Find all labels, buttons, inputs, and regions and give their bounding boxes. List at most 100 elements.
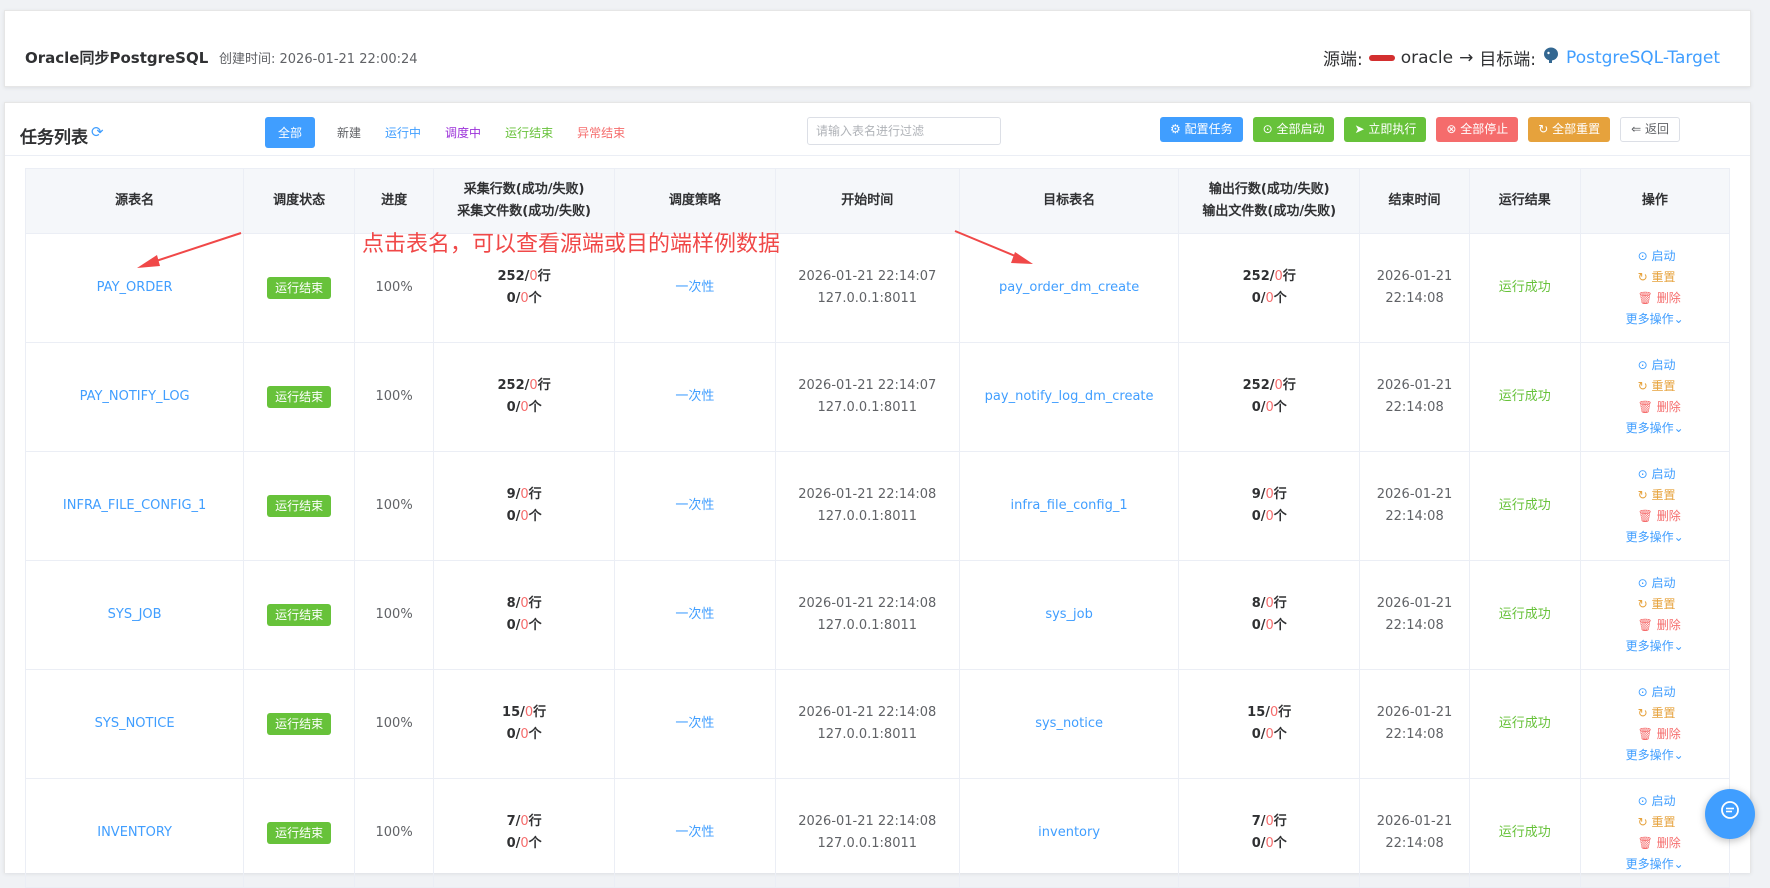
filter-tab-3[interactable]: 调度中 bbox=[445, 124, 481, 141]
filter-tab-1[interactable]: 新建 bbox=[337, 124, 361, 141]
play-circle-icon: ⊙ bbox=[1637, 685, 1652, 699]
delete-op-button[interactable]: 🗑 删除 bbox=[1626, 288, 1728, 309]
start-op-button[interactable]: ⊙ 启动 bbox=[1626, 246, 1728, 267]
annotation-text: 点击表名，可以查看源端或目的端样例数据 bbox=[362, 232, 781, 257]
action-button-2[interactable]: ➤ 立即执行 bbox=[1344, 117, 1427, 142]
task-table: 源表名 调度状态 进度 采集行数(成功/失败) 采集文件数(成功/失败) 调度策略… bbox=[24, 168, 1731, 888]
col-strategy: 调度策略 bbox=[614, 168, 776, 234]
status-badge: 运行结束 bbox=[267, 494, 332, 517]
more-ops-dropdown[interactable]: 更多操作⌄ bbox=[1626, 527, 1728, 548]
trash-icon: 🗑 bbox=[1637, 291, 1657, 305]
strategy-link[interactable]: 一次性 bbox=[675, 716, 714, 731]
target-table-link[interactable]: pay_notify_log_dm_create bbox=[985, 389, 1154, 404]
reset-op-button[interactable]: ↻ 重置 bbox=[1626, 594, 1728, 615]
table-row: INVENTORY 运行结束 100% 7/0行 0/0个 一次性 2026-01-21 2… bbox=[24, 778, 1731, 888]
action-buttons: ⚙ 配置任务 ⊙ 全部启动 ➤ 立即执行 ⊗ 全部停止 ↻ 全部重置 ⇐ 返回 bbox=[1160, 117, 1690, 142]
strategy-cell: 一次性 bbox=[614, 669, 776, 779]
filter-tab-4[interactable]: 运行结束 bbox=[505, 124, 553, 141]
col-progress: 进度 bbox=[354, 168, 435, 234]
refresh-icon: ↻ bbox=[1637, 270, 1652, 284]
oracle-logo-icon bbox=[1368, 54, 1395, 61]
more-ops-dropdown[interactable]: 更多操作⌄ bbox=[1626, 854, 1728, 875]
chevron-down-icon: ⌄ bbox=[1673, 421, 1684, 435]
reset-op-button[interactable]: ↻ 重置 bbox=[1626, 376, 1728, 397]
reset-op-button[interactable]: ↻ 重置 bbox=[1626, 267, 1728, 288]
back-button[interactable]: ⇐ 返回 bbox=[1620, 117, 1680, 142]
more-ops-dropdown[interactable]: 更多操作⌄ bbox=[1626, 636, 1728, 657]
result-cell: 运行成功 bbox=[1468, 778, 1581, 888]
table-name-filter-input[interactable] bbox=[807, 117, 1001, 145]
target-label: 目标端: bbox=[1479, 50, 1537, 70]
target-table-link[interactable]: sys_job bbox=[1045, 607, 1093, 622]
more-ops-dropdown[interactable]: 更多操作⌄ bbox=[1626, 745, 1728, 766]
reset-op-button[interactable]: ↻ 重置 bbox=[1626, 703, 1728, 724]
source-table-cell: SYS_NOTICE bbox=[24, 669, 245, 779]
strategy-link[interactable]: 一次性 bbox=[675, 280, 714, 295]
source-table-link[interactable]: PAY_ORDER bbox=[97, 280, 173, 295]
play-circle-icon: ⊙ bbox=[1637, 576, 1652, 590]
refresh-icon[interactable]: ⟳ bbox=[91, 123, 104, 141]
action-button-0[interactable]: ⚙ 配置任务 bbox=[1160, 117, 1243, 142]
trash-icon: 🗑 bbox=[1637, 618, 1657, 632]
trash-icon: 🗑 bbox=[1637, 727, 1657, 741]
strategy-link[interactable]: 一次性 bbox=[675, 389, 714, 404]
delete-op-button[interactable]: 🗑 删除 bbox=[1626, 397, 1728, 418]
filter-tab-2[interactable]: 运行中 bbox=[385, 124, 421, 141]
strategy-link[interactable]: 一次性 bbox=[675, 607, 714, 622]
more-ops-dropdown[interactable]: 更多操作⌄ bbox=[1626, 309, 1728, 330]
result-text: 运行成功 bbox=[1498, 389, 1551, 404]
table-header-row: 源表名 调度状态 进度 采集行数(成功/失败) 采集文件数(成功/失败) 调度策略… bbox=[24, 168, 1731, 234]
operations-cell: ⊙ 启动 ↻ 重置 🗑 删除 更多操作⌄ bbox=[1579, 560, 1731, 670]
source-table-link[interactable]: SYS_JOB bbox=[108, 607, 162, 622]
result-text: 运行成功 bbox=[1498, 825, 1551, 840]
operations-cell: ⊙ 启动 ↻ 重置 🗑 删除 更多操作⌄ bbox=[1579, 669, 1731, 779]
start-op-button[interactable]: ⊙ 启动 bbox=[1626, 573, 1728, 594]
target-table-link[interactable]: inventory bbox=[1038, 825, 1100, 840]
filter-tab-0[interactable]: 全部 bbox=[265, 117, 316, 148]
action-button-4[interactable]: ↻ 全部重置 bbox=[1528, 117, 1611, 142]
target-table-link[interactable]: sys_notice bbox=[1035, 716, 1103, 731]
chevron-down-icon: ⌄ bbox=[1673, 312, 1684, 326]
collect-count-cell: 8/0行 0/0个 bbox=[433, 560, 616, 670]
source-label: 源端: bbox=[1322, 50, 1363, 70]
chevron-down-icon: ⌄ bbox=[1673, 530, 1684, 544]
delete-op-button[interactable]: 🗑 删除 bbox=[1626, 833, 1728, 854]
start-time-cell: 2026-01-21 22:14:08 127.0.0.1:8011 bbox=[774, 778, 960, 888]
start-op-button[interactable]: ⊙ 启动 bbox=[1626, 355, 1728, 376]
trash-icon: 🗑 bbox=[1637, 836, 1657, 850]
source-table-link[interactable]: INFRA_FILE_CONFIG_1 bbox=[63, 498, 206, 513]
collect-count-cell: 9/0行 0/0个 bbox=[433, 451, 616, 561]
target-table-link[interactable]: pay_order_dm_create bbox=[999, 280, 1139, 295]
target-table-cell: sys_notice bbox=[958, 669, 1180, 779]
action-button-1[interactable]: ⊙ 全部启动 bbox=[1252, 117, 1335, 142]
collect-count-cell: 252/0行 0/0个 bbox=[433, 342, 616, 452]
target-table-link[interactable]: infra_file_config_1 bbox=[1011, 498, 1128, 513]
result-cell: 运行成功 bbox=[1468, 233, 1581, 343]
target-table-cell: infra_file_config_1 bbox=[958, 451, 1180, 561]
source-table-link[interactable]: PAY_NOTIFY_LOG bbox=[80, 389, 190, 404]
strategy-link[interactable]: 一次性 bbox=[675, 825, 714, 840]
chat-support-button[interactable] bbox=[1705, 789, 1755, 839]
delete-op-button[interactable]: 🗑 删除 bbox=[1626, 615, 1728, 636]
action-button-3[interactable]: ⊗ 全部停止 bbox=[1436, 117, 1519, 142]
start-time-cell: 2026-01-21 22:14:07 127.0.0.1:8011 bbox=[774, 342, 960, 452]
source-table-link[interactable]: SYS_NOTICE bbox=[95, 716, 175, 731]
result-cell: 运行成功 bbox=[1468, 560, 1581, 670]
start-op-button[interactable]: ⊙ 启动 bbox=[1626, 464, 1728, 485]
delete-op-button[interactable]: 🗑 删除 bbox=[1626, 724, 1728, 745]
reset-op-button[interactable]: ↻ 重置 bbox=[1626, 485, 1728, 506]
table-row: PAY_NOTIFY_LOG 运行结束 100% 252/0行 0/0个 一次性 2026-… bbox=[24, 342, 1731, 452]
start-op-button[interactable]: ⊙ 启动 bbox=[1626, 682, 1728, 703]
end-time-cell: 2026-01-21 22:14:08 bbox=[1359, 233, 1470, 343]
more-ops-dropdown[interactable]: 更多操作⌄ bbox=[1626, 418, 1728, 439]
operations-cell: ⊙ 启动 ↻ 重置 🗑 删除 更多操作⌄ bbox=[1579, 451, 1731, 561]
status-cell: 运行结束 bbox=[243, 778, 356, 888]
target-table-cell: inventory bbox=[958, 778, 1180, 888]
delete-op-button[interactable]: 🗑 删除 bbox=[1626, 506, 1728, 527]
result-text: 运行成功 bbox=[1498, 607, 1551, 622]
strategy-link[interactable]: 一次性 bbox=[675, 498, 714, 513]
target-name-link[interactable]: PostgreSQL-Target bbox=[1566, 48, 1720, 68]
source-table-cell: SYS_JOB bbox=[24, 560, 245, 670]
source-table-link[interactable]: INVENTORY bbox=[97, 825, 172, 840]
filter-tab-5[interactable]: 异常结束 bbox=[577, 124, 625, 141]
